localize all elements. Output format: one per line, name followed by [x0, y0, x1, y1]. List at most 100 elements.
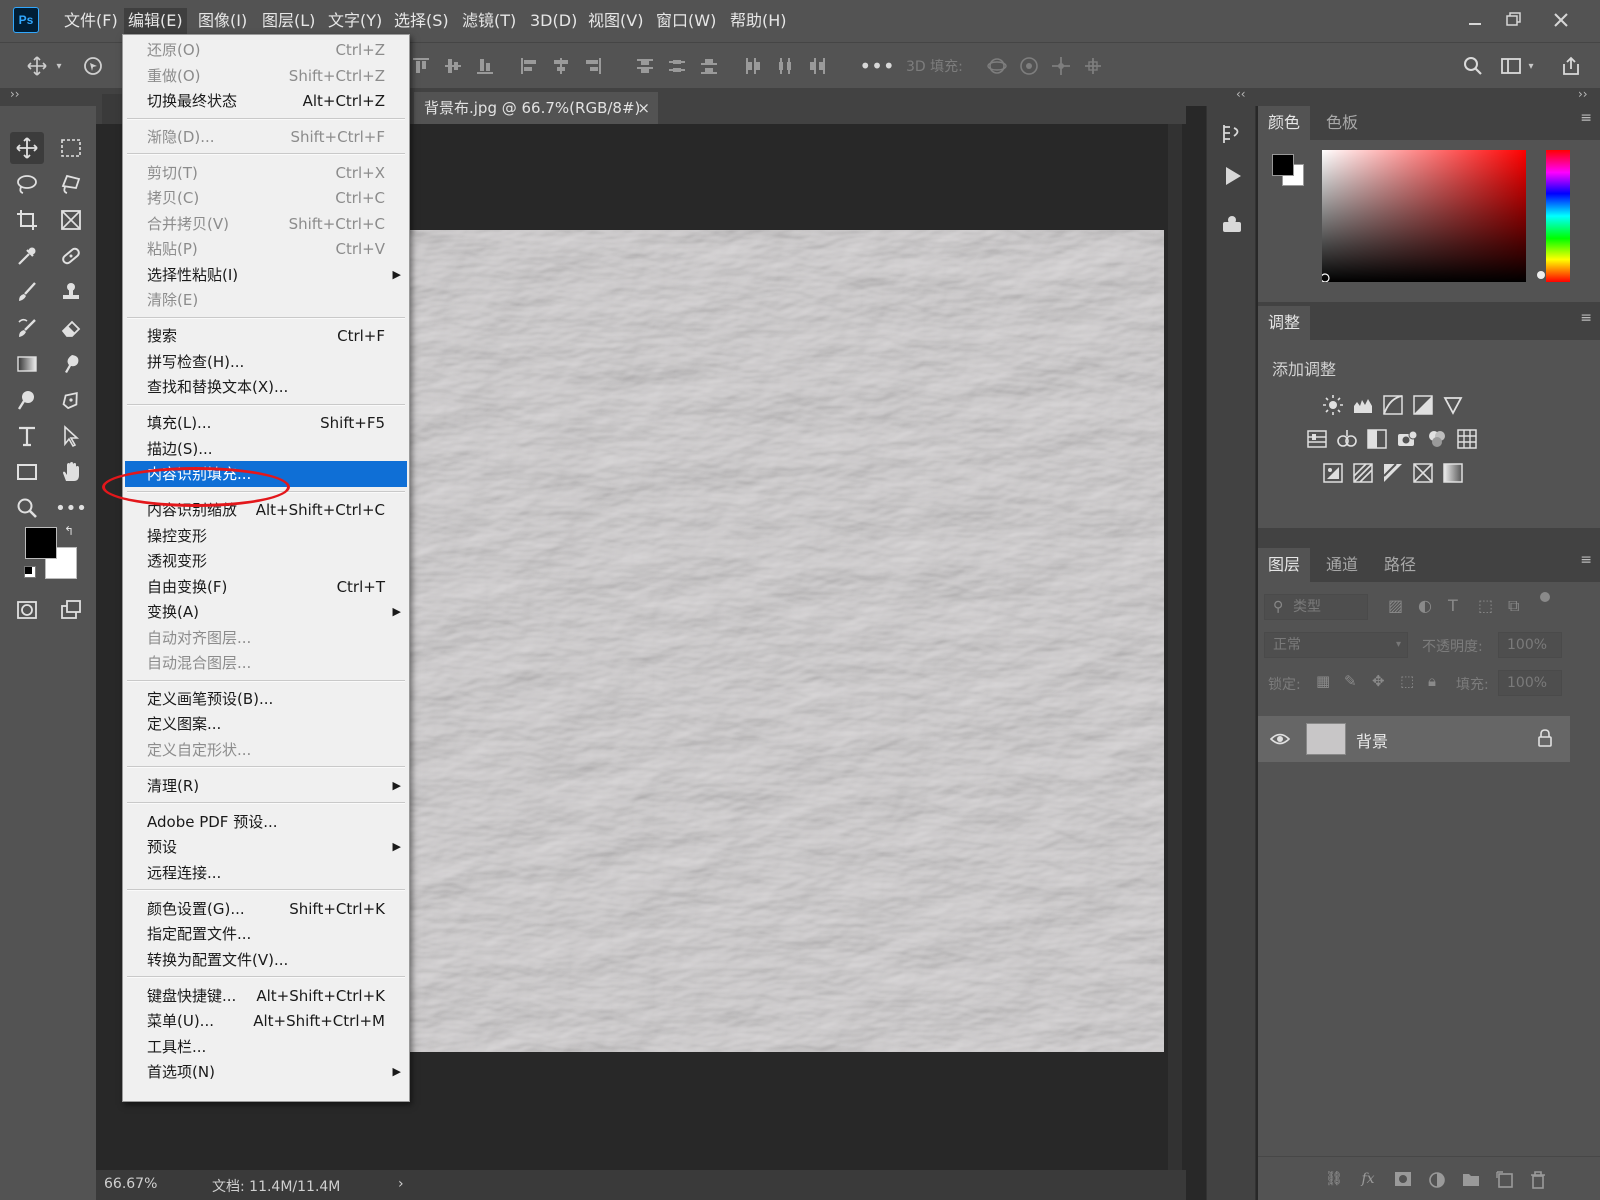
crop-tool-icon[interactable] — [10, 204, 44, 236]
edit-menu-item[interactable]: 自由变换(F) Ctrl+T — [125, 574, 407, 600]
hue-slider-thumb[interactable] — [1537, 271, 1545, 279]
restore-icon[interactable] — [1498, 8, 1528, 32]
default-colors-icon[interactable] — [24, 566, 36, 578]
edit-menu-item[interactable]: 透视变形 — [125, 548, 407, 574]
tab-close-icon[interactable]: × — [637, 92, 650, 124]
share-icon[interactable] — [1558, 53, 1584, 79]
edit-menu-item[interactable]: 切换最终状态 Alt+Ctrl+Z — [125, 88, 407, 114]
3d-pan-icon[interactable] — [1048, 53, 1074, 79]
menu-window[interactable]: 窗口(W) — [652, 8, 720, 34]
edit-menu-item[interactable]: 颜色设置(G)... Shift+Ctrl+K — [125, 896, 407, 922]
rectangle-tool-icon[interactable] — [10, 456, 44, 488]
move-tool-icon[interactable] — [10, 132, 44, 164]
hue-slider[interactable] — [1546, 150, 1570, 282]
curves-icon[interactable] — [1382, 394, 1404, 416]
edit-menu-item[interactable]: 搜索 Ctrl+F — [125, 323, 407, 349]
actions-play-icon[interactable] — [1221, 164, 1245, 188]
edit-menu-item[interactable]: 定义画笔预设(B)... — [125, 686, 407, 712]
more-icon[interactable]: ••• — [859, 53, 894, 79]
edit-menu-item[interactable]: 转换为配置文件(V)... — [125, 947, 407, 973]
hand-tool-icon[interactable] — [54, 456, 88, 488]
tab-channels[interactable]: 通道 — [1316, 548, 1368, 582]
frame-tool-icon[interactable] — [54, 204, 88, 236]
chevron-down-icon[interactable]: ▾ — [52, 53, 66, 79]
tab-adjustments[interactable]: 调整 — [1258, 306, 1311, 340]
lasso-tool-icon[interactable] — [10, 168, 44, 200]
edit-menu-item[interactable]: 填充(L)... Shift+F5 — [125, 410, 407, 436]
mask-icon[interactable] — [1394, 1171, 1414, 1189]
vertical-scrollbar[interactable] — [1168, 124, 1182, 1170]
marquee-tool-icon[interactable] — [54, 132, 88, 164]
group-folder-icon[interactable] — [1462, 1171, 1482, 1189]
path-select-tool-icon[interactable] — [54, 420, 88, 452]
properties-panel-icon[interactable] — [1220, 212, 1244, 236]
menu-file[interactable]: 文件(F) — [60, 8, 122, 34]
distribute-right-icon[interactable] — [804, 53, 830, 79]
minimize-icon[interactable] — [1460, 8, 1490, 32]
brush-tool-icon[interactable] — [10, 276, 44, 308]
collapse-dock-icon[interactable]: ›› — [1578, 87, 1588, 101]
distribute-bottom-icon[interactable] — [696, 53, 722, 79]
new-layer-icon[interactable] — [1496, 1171, 1516, 1189]
smudge-tool-icon[interactable] — [54, 348, 88, 380]
gradient-tool-icon[interactable] — [10, 348, 44, 380]
edit-menu-item[interactable]: 清理(R) ▶ — [125, 773, 407, 799]
close-icon[interactable] — [1546, 8, 1576, 32]
color-fg-swatch[interactable] — [1272, 154, 1294, 176]
pen-tool-icon[interactable] — [54, 384, 88, 416]
workspace-chevron-icon[interactable]: ▾ — [1524, 53, 1538, 79]
eye-icon[interactable] — [1270, 732, 1290, 746]
filter-pixel-icon[interactable]: ▨ — [1388, 596, 1403, 615]
lock-position-icon[interactable]: ✥ — [1372, 672, 1385, 690]
more-tools-icon[interactable]: ••• — [54, 492, 88, 524]
swap-colors-icon[interactable]: ↰ — [64, 524, 74, 538]
distribute-top-icon[interactable] — [632, 53, 658, 79]
edit-menu-item[interactable]: 选择性粘贴(I) ▶ — [125, 262, 407, 288]
edit-menu-item[interactable]: 拼写检查(H)... — [125, 349, 407, 375]
menu-view[interactable]: 视图(V) — [584, 8, 647, 34]
brightness-contrast-icon[interactable] — [1322, 394, 1344, 416]
3d-orbit-icon[interactable] — [984, 53, 1010, 79]
edit-menu-item[interactable]: 查找和替换文本(X)... — [125, 374, 407, 400]
photo-filter-icon[interactable] — [1396, 428, 1418, 450]
edit-menu-item[interactable]: 预设 ▶ — [125, 834, 407, 860]
hue-saturation-icon[interactable] — [1306, 428, 1328, 450]
distribute-left-icon[interactable] — [740, 53, 766, 79]
exposure-icon[interactable] — [1412, 394, 1434, 416]
black-white-icon[interactable] — [1366, 428, 1388, 450]
eyedropper-tool-icon[interactable] — [10, 240, 44, 272]
color-balance-icon[interactable] — [1336, 428, 1358, 450]
clone-stamp-tool-icon[interactable] — [54, 276, 88, 308]
edit-menu-item[interactable]: 远程连接... — [125, 860, 407, 886]
zoom-level[interactable]: 66.67% — [104, 1176, 157, 1192]
dodge-tool-icon[interactable] — [10, 384, 44, 416]
menu-filter[interactable]: 滤镜(T) — [458, 8, 520, 34]
menu-help[interactable]: 帮助(H) — [726, 8, 791, 34]
filter-adjustment-icon[interactable]: ◐ — [1418, 596, 1432, 615]
lock-all-icon[interactable]: 🔒︎ — [1428, 672, 1436, 690]
filter-smart-object-icon[interactable]: ⧉ — [1508, 596, 1519, 616]
edit-menu-item[interactable]: 描边(S)... — [125, 436, 407, 462]
tab-paths[interactable]: 路径 — [1374, 548, 1426, 582]
align-top-icon[interactable] — [408, 53, 434, 79]
color-lookup-icon[interactable] — [1456, 428, 1478, 450]
posterize-icon[interactable] — [1352, 462, 1374, 484]
collapse-panels-icon[interactable]: ‹‹ — [1236, 87, 1246, 101]
edit-menu-item[interactable]: 菜单(U)... Alt+Shift+Ctrl+M — [125, 1008, 407, 1034]
type-tool-icon[interactable] — [10, 420, 44, 452]
document-tab[interactable]: 背景布.jpg @ 66.7%(RGB/8#) × — [414, 92, 658, 124]
edit-menu-item[interactable]: 键盘快捷键... Alt+Shift+Ctrl+K — [125, 983, 407, 1009]
distribute-vcenter-icon[interactable] — [664, 53, 690, 79]
move-tool-icon[interactable] — [24, 53, 50, 79]
levels-icon[interactable] — [1352, 394, 1374, 416]
invert-icon[interactable] — [1322, 462, 1344, 484]
filter-type-icon[interactable]: T — [1448, 596, 1458, 615]
link-icon[interactable]: ⛓ — [1324, 1171, 1344, 1189]
workspace-icon[interactable] — [1498, 53, 1524, 79]
menu-layer[interactable]: 图层(L) — [258, 8, 319, 34]
history-panel-icon[interactable] — [1220, 122, 1244, 146]
layer-row[interactable]: 背景 — [1258, 716, 1570, 762]
menu-select[interactable]: 选择(S) — [390, 8, 453, 34]
edit-menu-item[interactable]: 定义图案... — [125, 711, 407, 737]
vibrance-icon[interactable] — [1442, 394, 1464, 416]
